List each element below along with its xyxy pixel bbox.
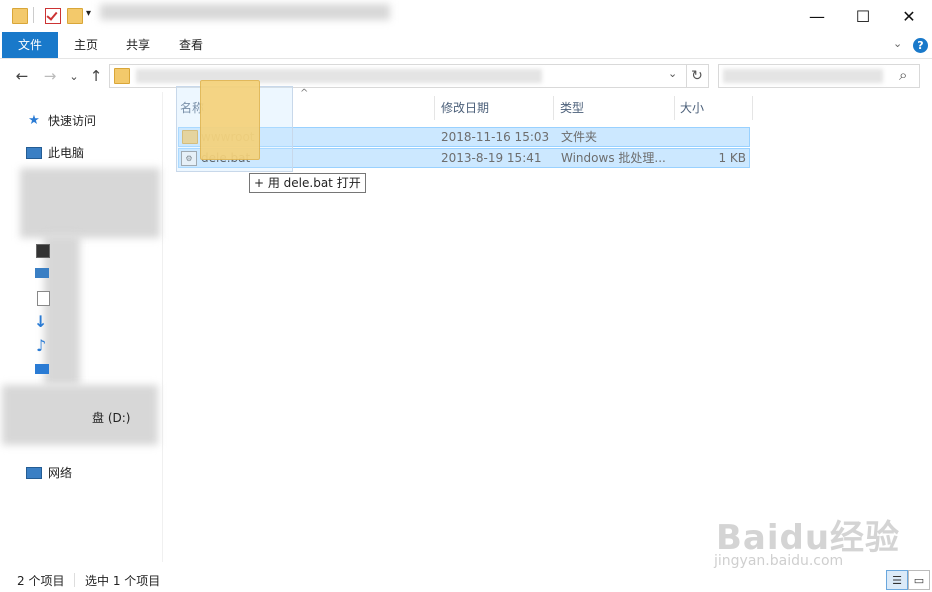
column-divider[interactable] (674, 96, 675, 120)
documents-icon[interactable] (37, 291, 50, 306)
search-box[interactable]: ⌕ (718, 64, 920, 88)
large-icons-view-icon: ▭ (913, 573, 925, 587)
file-modified: 2018-11-16 15:03 (441, 130, 550, 144)
up-arrow-icon: ↑ (89, 67, 103, 85)
nav-label: 网络 (48, 466, 73, 480)
nav-this-pc[interactable]: 此电脑 (26, 143, 84, 163)
window-title-redacted (100, 4, 390, 20)
address-dropdown-icon[interactable]: ⌄ (668, 67, 677, 80)
folder-icon (12, 8, 28, 24)
expand-ribbon-icon[interactable]: ⌄ (893, 37, 902, 50)
status-item-count: 2 个项目 (17, 574, 65, 588)
file-size: 1 KB (718, 151, 746, 165)
minimize-icon: — (809, 6, 825, 26)
tab-file[interactable]: 文件 (2, 32, 58, 58)
address-bar[interactable]: ⌄ (109, 64, 687, 88)
column-header-type[interactable]: 类型 (560, 96, 584, 120)
column-header-modified[interactable]: 修改日期 (441, 96, 489, 120)
maximize-icon: ☐ (855, 6, 871, 26)
folder-icon (114, 68, 130, 84)
music-icon[interactable]: ♪ (36, 336, 46, 355)
up-button[interactable]: ↑ (86, 66, 106, 86)
network-icon (26, 465, 42, 481)
properties-icon[interactable] (45, 8, 61, 24)
forward-button[interactable]: → (40, 66, 60, 86)
chevron-down-icon: ⌄ (69, 69, 79, 83)
videos-icon[interactable] (36, 244, 50, 258)
nav-redacted-block (2, 385, 158, 445)
maximize-button[interactable]: ☐ (840, 0, 886, 32)
column-divider[interactable] (752, 96, 753, 120)
help-button[interactable]: ? (913, 38, 928, 53)
file-size (700, 127, 746, 147)
drive-d-label[interactable]: 盘 (D:) (92, 409, 130, 426)
nav-label: 此电脑 (48, 146, 85, 160)
details-view-icon: ☰ (892, 573, 902, 587)
tab-home[interactable]: 主页 (66, 32, 106, 58)
large-icons-view-button[interactable]: ▭ (908, 570, 930, 590)
file-modified: 2013-8-19 15:41 (441, 151, 542, 165)
divider (74, 573, 75, 587)
pictures-icon[interactable] (35, 268, 49, 278)
tab-share[interactable]: 共享 (118, 32, 158, 58)
file-type: Windows 批处理... (561, 151, 666, 165)
search-icon: ⌕ (899, 66, 908, 84)
nav-network[interactable]: 网络 (26, 463, 72, 483)
star-icon: ★ (28, 113, 40, 128)
details-view-button[interactable]: ☰ (886, 570, 908, 590)
close-button[interactable]: ✕ (886, 0, 932, 32)
close-icon: ✕ (902, 6, 916, 26)
file-type: 文件夹 (561, 130, 598, 144)
new-folder-icon[interactable] (67, 8, 83, 24)
column-divider[interactable] (553, 96, 554, 120)
quick-access-dropdown-icon[interactable]: ▾ (86, 8, 91, 19)
drag-tooltip: + 用 dele.bat 打开 (249, 173, 366, 193)
back-button[interactable]: ← (12, 66, 32, 86)
tab-view[interactable]: 查看 (171, 32, 211, 58)
refresh-icon: ↻ (691, 68, 703, 84)
nav-quick-access[interactable]: ★ 快速访问 (26, 111, 96, 131)
dragged-folder-icon (200, 80, 260, 160)
nav-label: 快速访问 (48, 114, 97, 128)
watermark-text: Baidu经验 (716, 518, 901, 558)
watermark-url: jingyan.baidu.com (714, 553, 844, 569)
back-arrow-icon: ← (15, 67, 29, 85)
refresh-button[interactable]: ↻ (686, 64, 709, 88)
divider (33, 7, 34, 23)
desktop-icon[interactable] (35, 364, 49, 374)
forward-arrow-icon: → (43, 67, 57, 85)
recent-locations-button[interactable]: ⌄ (64, 66, 84, 86)
minimize-button[interactable]: — (794, 0, 840, 32)
search-placeholder-redacted (723, 69, 883, 83)
downloads-icon[interactable]: ↓ (34, 312, 47, 331)
status-selected: 选中 1 个项目 (85, 574, 161, 588)
column-divider[interactable] (434, 96, 435, 120)
address-path-redacted (136, 69, 542, 83)
sort-ascending-icon: ^ (300, 88, 309, 99)
computer-icon (26, 145, 42, 161)
nav-redacted-block (20, 168, 160, 238)
column-header-size[interactable]: 大小 (680, 96, 704, 120)
